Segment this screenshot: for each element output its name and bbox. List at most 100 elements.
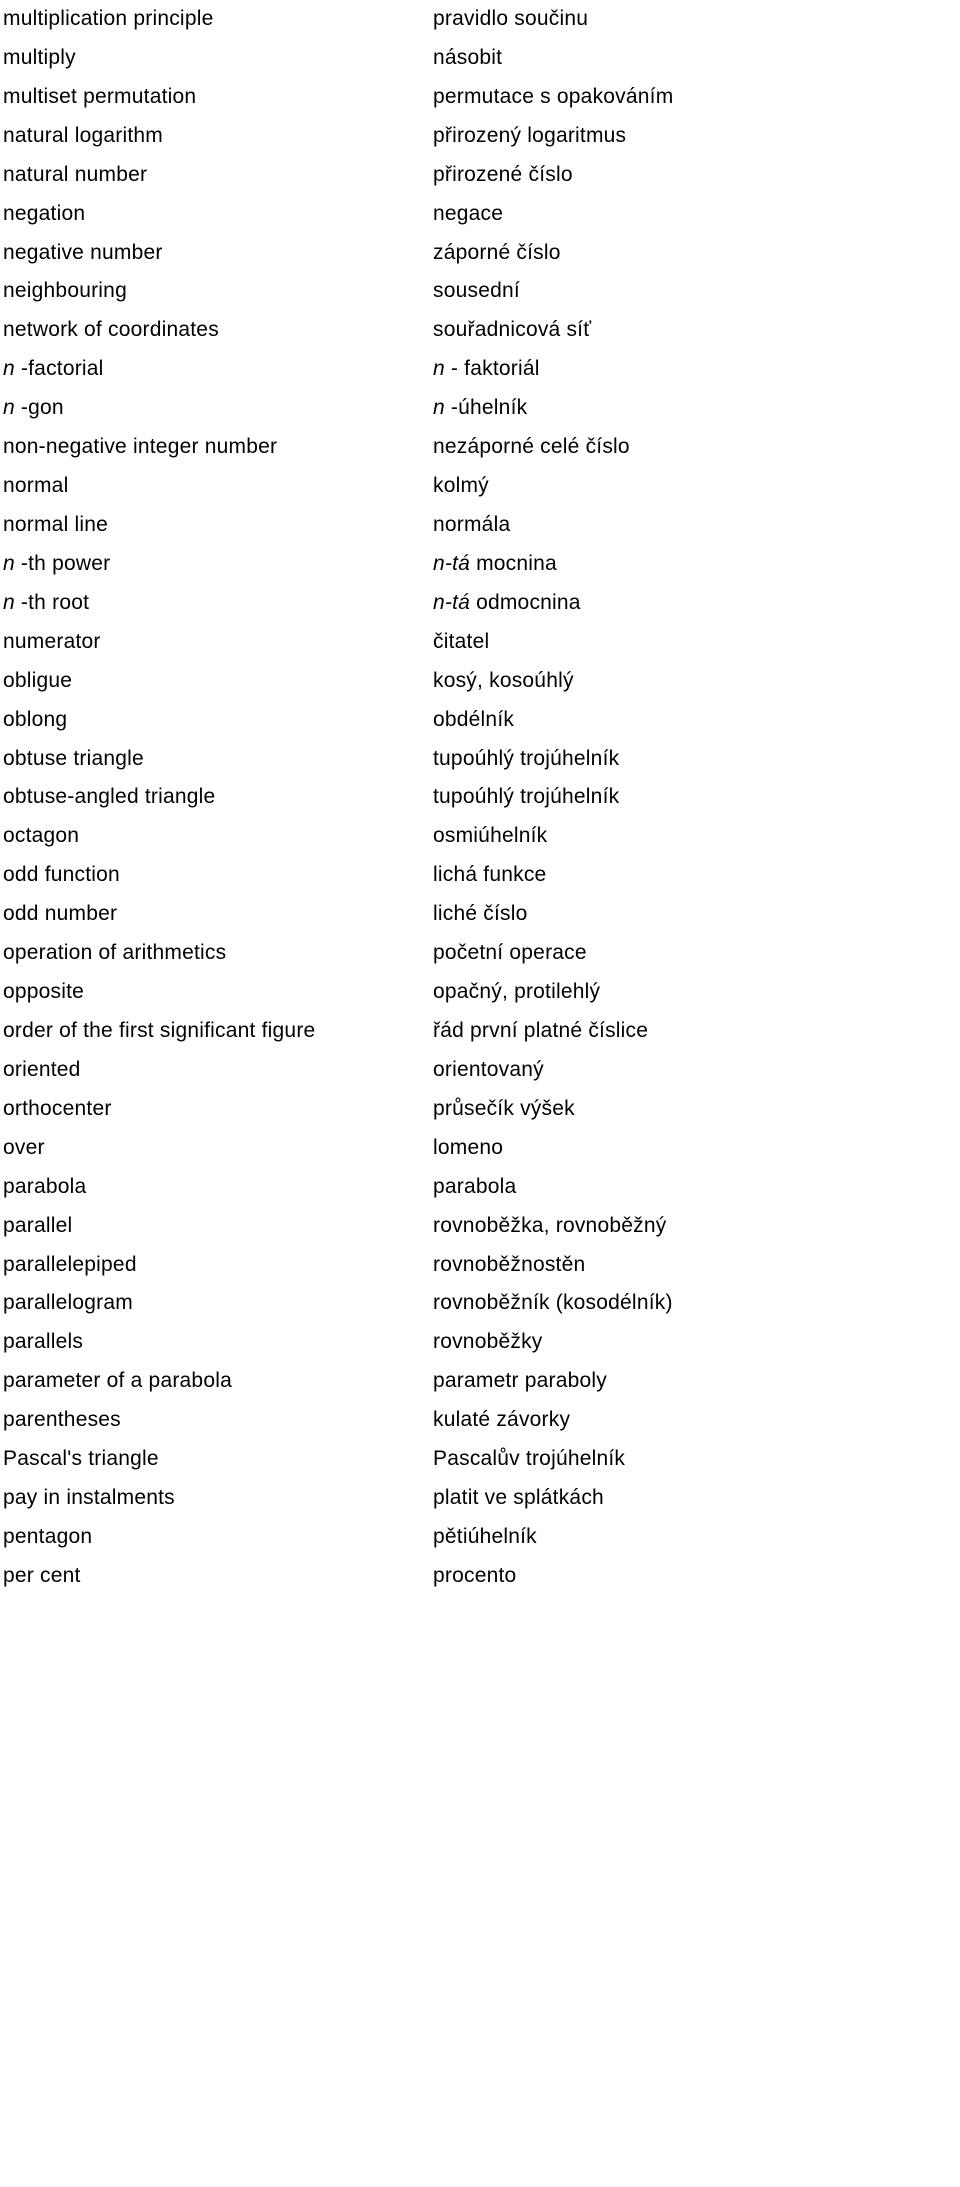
glossary-row: natural logarithm přirozený logaritmus <box>0 117 960 156</box>
term-english: pentagon <box>3 1524 93 1548</box>
term-english: octagon <box>3 824 80 848</box>
term-czech: negace <box>433 201 504 225</box>
term-english: n -gon <box>0 389 433 428</box>
term-english: parallelepiped <box>3 1252 137 1276</box>
term-english: normal line <box>3 512 109 536</box>
term-english: multiplication principle <box>3 7 214 30</box>
term-english: orthocenter <box>3 1096 112 1120</box>
term-czech: parabola <box>433 1174 517 1198</box>
term-czech: kulaté závorky <box>433 1408 571 1432</box>
term-english: negation <box>3 201 86 225</box>
glossary-row: order of the first significant figure řád… <box>0 1012 960 1051</box>
glossary-row: parabola parabola <box>0 1168 960 1207</box>
term-english: order of the first significant figure <box>3 1018 316 1042</box>
term-czech: pravidlo součinu <box>433 7 589 30</box>
glossary-row: oriented orientovaný <box>0 1051 960 1090</box>
term-english: obtuse-angled triangle <box>3 785 216 809</box>
glossary-row: obligue kosý, kosoúhlý <box>0 662 960 701</box>
term-english: negative number <box>3 240 163 264</box>
term-czech: souřadnicová síť <box>433 318 592 342</box>
term-english-text: -th root <box>14 590 90 614</box>
term-czech: čitatel <box>433 629 490 653</box>
term-czech: liché číslo <box>433 902 528 926</box>
term-czech: Pascalův trojúhelník <box>433 1447 626 1471</box>
glossary-row: octagon osmiúhelník <box>0 817 960 856</box>
term-english: parallels <box>3 1330 84 1354</box>
term-english: parallel <box>3 1213 73 1237</box>
term-czech: lomeno <box>433 1135 504 1159</box>
italic-variable: n <box>433 396 445 420</box>
glossary-row: parallels rovnoběžky <box>0 1323 960 1362</box>
glossary-row: network of coordinates souřadnicová síť <box>0 311 960 350</box>
term-czech: nezáporné celé číslo <box>433 435 630 459</box>
italic-variable: n <box>3 396 15 420</box>
term-english: parentheses <box>3 1408 121 1432</box>
term-czech: kosý, kosoúhlý <box>433 668 574 692</box>
glossary-row: normal kolmý <box>0 467 960 506</box>
term-czech: opačný, protilehlý <box>433 980 601 1004</box>
glossary-row: obtuse-angled triangle tupoúhlý trojúheln… <box>0 778 960 817</box>
term-english: natural number <box>3 162 148 186</box>
term-english: opposite <box>3 980 85 1004</box>
italic-variable: n-tá <box>433 590 471 614</box>
term-czech: orientovaný <box>433 1057 544 1081</box>
term-czech: procento <box>433 1563 517 1587</box>
term-english: numerator <box>3 629 101 653</box>
term-english-text: -th power <box>14 551 111 575</box>
term-czech: řád první platné číslice <box>433 1018 649 1042</box>
term-czech: tupoúhlý trojúhelník <box>433 785 620 809</box>
glossary-row: orthocenter průsečík výšek <box>0 1090 960 1129</box>
glossary-row: n -th power n-tá mocnina <box>0 545 960 584</box>
term-czech: lichá funkce <box>433 863 547 887</box>
term-english: obligue <box>3 668 73 692</box>
term-czech-text: -úhelník <box>444 396 528 420</box>
glossary-row: multiset permutation permutace s opakován… <box>0 78 960 117</box>
italic-variable: n-tá <box>433 551 471 575</box>
glossary-row: negation negace <box>0 195 960 234</box>
term-english: oriented <box>3 1057 81 1081</box>
term-english-text: -factorial <box>14 357 104 381</box>
glossary-row: odd function lichá funkce <box>0 856 960 895</box>
italic-variable: n <box>3 357 15 381</box>
italic-variable: n <box>3 590 15 614</box>
term-czech: sousední <box>433 279 520 303</box>
glossary-row: multiplication principle pravidlo součinu <box>0 0 960 39</box>
term-czech: obdélník <box>433 707 515 731</box>
glossary-row: operation of arithmetics početní operace <box>0 934 960 973</box>
glossary-table: multiplication principle pravidlo součinu… <box>0 0 960 2187</box>
term-czech: osmiúhelník <box>433 824 548 848</box>
term-czech: násobit <box>433 45 503 69</box>
glossary-row: parallelogram rovnoběžník (kosodélník) <box>0 1284 960 1323</box>
term-english: n -th root <box>0 584 433 623</box>
glossary-row: oblong obdélník <box>0 701 960 740</box>
term-czech: n - faktoriál <box>433 350 960 389</box>
glossary-row: negative number záporné číslo <box>0 234 960 273</box>
term-czech-text: odmocnina <box>470 590 581 614</box>
glossary-row: Pascal's triangle Pascalův trojúhelník <box>0 1440 960 1479</box>
term-english: n -factorial <box>0 350 433 389</box>
term-czech: početní operace <box>433 941 587 965</box>
term-english: neighbouring <box>3 279 127 303</box>
term-english: obtuse triangle <box>3 746 144 770</box>
glossary-row: parentheses kulaté závorky <box>0 1401 960 1440</box>
glossary-row: opposite opačný, protilehlý <box>0 973 960 1012</box>
glossary-row: neighbouring sousední <box>0 272 960 311</box>
term-english: natural logarithm <box>3 123 163 147</box>
term-czech: přirozené číslo <box>433 162 573 186</box>
glossary-row: parallel rovnoběžka, rovnoběžný <box>0 1207 960 1246</box>
italic-variable: n <box>3 551 15 575</box>
glossary-row: non-negative integer number nezáporné cel… <box>0 428 960 467</box>
term-english: normal <box>3 474 69 498</box>
term-czech: rovnoběžník (kosodélník) <box>433 1291 673 1315</box>
term-czech: platit ve splátkách <box>433 1486 604 1510</box>
term-czech: rovnoběžky <box>433 1330 543 1354</box>
glossary-row: n -th root n-tá odmocnina <box>0 584 960 623</box>
term-english: network of coordinates <box>3 318 219 342</box>
term-czech-text: - faktoriál <box>444 357 540 381</box>
term-czech: pětiúhelník <box>433 1524 537 1548</box>
term-czech: permutace s opakováním <box>433 84 674 108</box>
glossary-row: pay in instalments platit ve splátkách <box>0 1479 960 1518</box>
term-english: n -th power <box>0 545 433 584</box>
term-czech: n-tá odmocnina <box>433 584 960 623</box>
term-english: over <box>3 1135 45 1159</box>
